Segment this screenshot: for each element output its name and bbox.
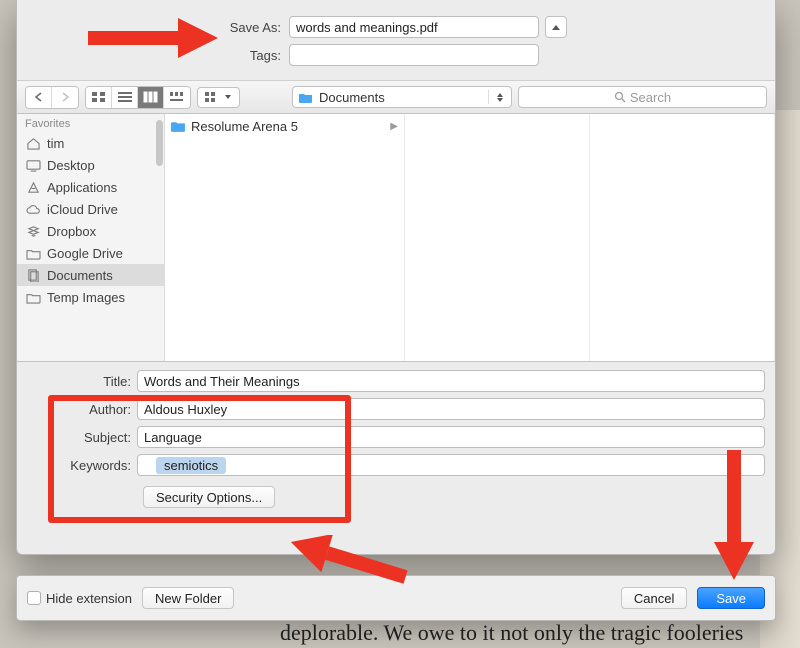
sidebar: Favorites tim Desktop Applications iClou… xyxy=(17,114,165,361)
cancel-button[interactable]: Cancel xyxy=(621,587,687,609)
tags-label: Tags: xyxy=(27,48,289,63)
author-input[interactable] xyxy=(137,398,765,420)
sidebar-header: Favorites xyxy=(17,114,164,132)
sidebar-item-icloud[interactable]: iCloud Drive xyxy=(17,198,164,220)
title-label: Title: xyxy=(27,374,131,389)
forward-button[interactable] xyxy=(52,87,78,108)
author-label: Author: xyxy=(27,402,131,417)
sidebar-item-label: Documents xyxy=(47,268,113,283)
entry-label: Resolume Arena 5 xyxy=(191,119,298,134)
chevron-up-icon xyxy=(552,25,560,30)
list-view-button[interactable] xyxy=(112,87,138,108)
search-icon xyxy=(614,91,626,103)
coverflow-view-button[interactable] xyxy=(164,87,190,108)
keywords-label: Keywords: xyxy=(27,458,131,473)
sidebar-item-documents[interactable]: Documents xyxy=(17,264,164,286)
save-as-label: Save As: xyxy=(27,20,289,35)
keywords-input[interactable]: semiotics xyxy=(137,454,765,476)
nav-back-forward xyxy=(25,86,79,109)
group-by-button[interactable] xyxy=(197,87,240,108)
subject-input[interactable] xyxy=(137,426,765,448)
column-view-button[interactable] xyxy=(138,87,164,108)
sidebar-item-desktop[interactable]: Desktop xyxy=(17,154,164,176)
hide-extension-checkbox[interactable]: Hide extension xyxy=(27,591,132,606)
location-label: Documents xyxy=(319,90,385,105)
title-input[interactable] xyxy=(137,370,765,392)
browser-column-1[interactable]: Resolume Arena 5 ▶ xyxy=(165,114,405,361)
folder-icon xyxy=(299,92,313,103)
sidebar-item-label: iCloud Drive xyxy=(47,202,118,217)
sidebar-item-label: Google Drive xyxy=(47,246,123,261)
finder-toolbar: Documents Search xyxy=(17,80,775,114)
security-options-button[interactable]: Security Options... xyxy=(143,486,275,508)
folder-icon xyxy=(25,290,41,304)
sidebar-item-label: Desktop xyxy=(47,158,95,173)
icon-view-button[interactable] xyxy=(86,87,112,108)
background-document-line: deplorable. We owe to it not only the tr… xyxy=(0,620,800,646)
dropbox-icon xyxy=(25,224,41,238)
sidebar-item-googledrive[interactable]: Google Drive xyxy=(17,242,164,264)
sidebar-item-label: Applications xyxy=(47,180,117,195)
hide-extension-label: Hide extension xyxy=(46,591,132,606)
save-sheet: Save As: Tags: xyxy=(16,0,776,555)
browser-column-3[interactable] xyxy=(590,114,775,361)
desktop-icon xyxy=(25,158,41,172)
tags-input[interactable] xyxy=(289,44,539,66)
pdf-metadata-area: Title: Author: Subject: Keywords: semiot… xyxy=(17,362,775,514)
collapse-button[interactable] xyxy=(545,16,567,38)
checkbox-icon xyxy=(27,591,41,605)
sidebar-item-tim[interactable]: tim xyxy=(17,132,164,154)
sidebar-item-tempimages[interactable]: Temp Images xyxy=(17,286,164,308)
sidebar-item-label: Temp Images xyxy=(47,290,125,305)
search-field[interactable]: Search xyxy=(518,86,767,108)
disclosure-arrow-icon: ▶ xyxy=(390,121,398,132)
sidebar-item-applications[interactable]: Applications xyxy=(17,176,164,198)
updown-icon xyxy=(495,93,505,102)
folder-entry[interactable]: Resolume Arena 5 ▶ xyxy=(165,116,404,136)
sidebar-item-label: tim xyxy=(47,136,64,151)
search-placeholder: Search xyxy=(630,90,671,105)
save-as-area: Save As: Tags: xyxy=(17,0,775,80)
sidebar-item-dropbox[interactable]: Dropbox xyxy=(17,220,164,242)
keyword-token[interactable]: semiotics xyxy=(156,457,226,474)
location-popup[interactable]: Documents xyxy=(292,86,512,108)
folder-icon xyxy=(25,246,41,260)
documents-icon xyxy=(25,268,41,282)
sidebar-scrollbar[interactable] xyxy=(156,120,163,166)
cloud-icon xyxy=(25,202,41,216)
applications-icon xyxy=(25,180,41,194)
home-icon xyxy=(25,136,41,150)
new-folder-button[interactable]: New Folder xyxy=(142,587,234,609)
file-browser: Favorites tim Desktop Applications iClou… xyxy=(17,114,775,362)
browser-column-2[interactable] xyxy=(405,114,590,361)
view-mode-segment xyxy=(85,86,191,109)
save-button[interactable]: Save xyxy=(697,587,765,609)
bottom-bar: Hide extension New Folder Cancel Save xyxy=(16,575,776,621)
folder-icon xyxy=(171,120,186,132)
sidebar-item-label: Dropbox xyxy=(47,224,96,239)
subject-label: Subject: xyxy=(27,430,131,445)
back-button[interactable] xyxy=(26,87,52,108)
save-as-input[interactable] xyxy=(289,16,539,38)
